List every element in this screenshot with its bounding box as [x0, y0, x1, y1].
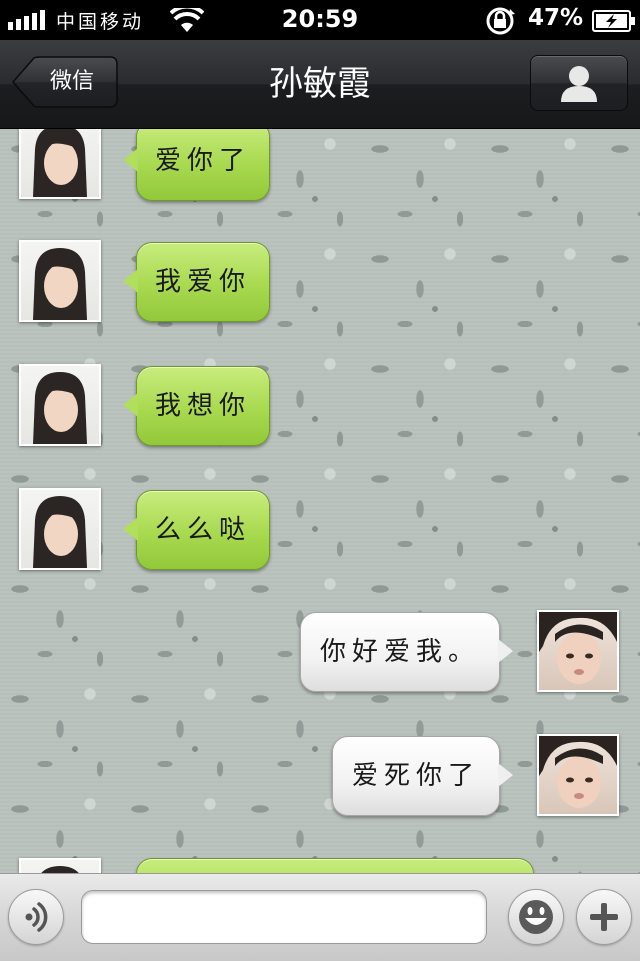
message-bubble-received[interactable]: 我想你 — [123, 366, 270, 446]
message-bubble-received[interactable] — [136, 858, 534, 873]
message-bubble-received[interactable]: 么么哒 — [123, 490, 270, 570]
contact-avatar[interactable] — [19, 240, 101, 322]
message-bubble-received[interactable]: 我爱你 — [123, 242, 270, 322]
emoji-icon — [519, 900, 553, 934]
message-text: 我爱你 — [154, 267, 251, 297]
contact-avatar[interactable] — [19, 858, 101, 873]
back-button[interactable]: 微信 — [12, 56, 118, 108]
navigation-bar: 微信 孙敏霞 — [0, 40, 640, 129]
bubble-tail — [123, 393, 138, 417]
status-bar: 中国移动 20:59 47% — [0, 0, 640, 40]
chat-message-list[interactable]: 爱你了 我爱你 我想你 么么哒 你好爱我。 爱死你了 — [0, 129, 640, 873]
bubble-tail — [498, 639, 513, 663]
message-bubble-sent[interactable]: 爱死你了 — [332, 736, 513, 816]
message-text-input[interactable] — [81, 890, 487, 944]
emoji-button[interactable] — [508, 889, 564, 945]
bubble-tail — [123, 269, 138, 293]
message-text: 爱你了 — [154, 146, 251, 176]
plus-icon — [590, 903, 618, 931]
message-input-bar — [0, 873, 640, 961]
message-text: 爱死你了 — [351, 761, 480, 791]
person-icon — [561, 66, 597, 102]
message-text: 么么哒 — [154, 515, 251, 545]
bubble-tail — [123, 148, 138, 172]
voice-input-button[interactable] — [8, 889, 64, 945]
message-text: 我想你 — [154, 391, 251, 421]
bubble-tail — [123, 517, 138, 541]
voice-icon — [25, 902, 48, 932]
my-avatar[interactable] — [537, 610, 619, 692]
message-text: 你好爱我。 — [319, 637, 480, 667]
bubble-tail — [498, 763, 513, 787]
rotation-lock-icon — [486, 7, 515, 35]
message-bubble-sent[interactable]: 你好爱我。 — [300, 612, 513, 692]
my-avatar[interactable] — [537, 734, 619, 816]
battery-charging-icon — [592, 10, 635, 32]
contact-avatar[interactable] — [19, 488, 101, 570]
more-options-button[interactable] — [576, 889, 632, 945]
battery-percentage: 47% — [528, 5, 584, 31]
contact-avatar[interactable] — [19, 364, 101, 446]
contact-avatar[interactable] — [19, 129, 101, 199]
message-bubble-received[interactable]: 爱你了 — [123, 129, 270, 201]
contact-profile-button[interactable] — [530, 55, 628, 111]
back-button-label: 微信 — [49, 69, 94, 94]
